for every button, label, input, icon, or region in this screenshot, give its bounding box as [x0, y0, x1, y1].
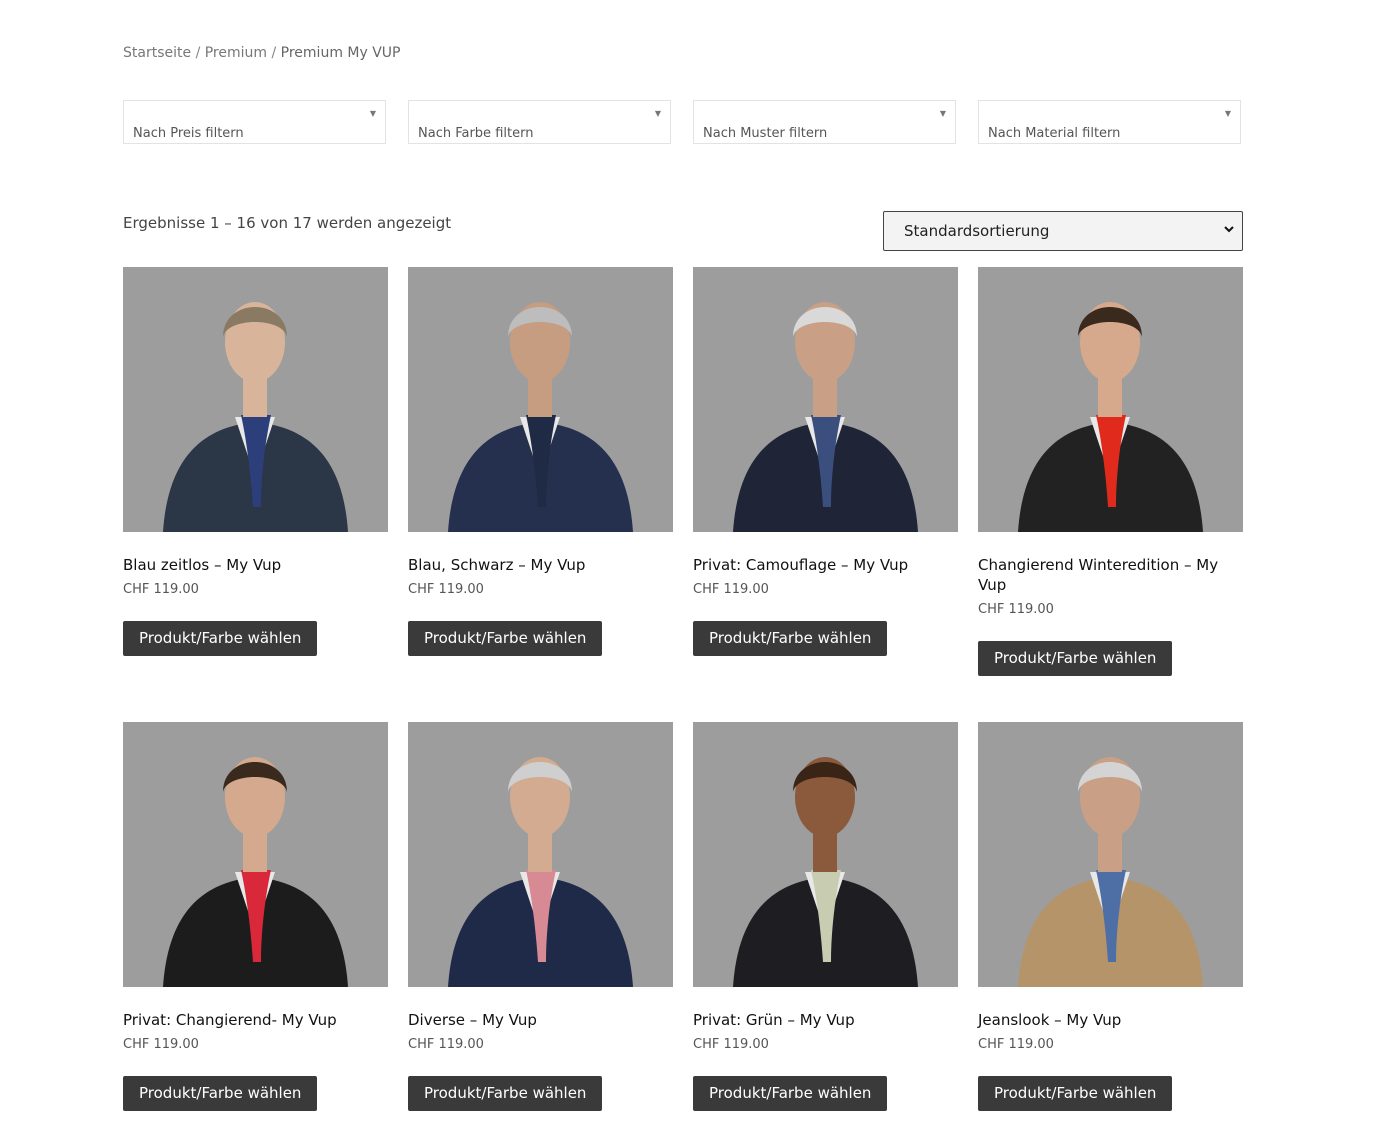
model-figure: [448, 302, 633, 532]
caret-down-icon: ▼: [369, 109, 376, 118]
choose-product-button[interactable]: Produkt/Farbe wählen: [408, 621, 603, 656]
product-image[interactable]: [978, 267, 1243, 532]
choose-product-button[interactable]: Produkt/Farbe wählen: [978, 1076, 1173, 1111]
product-image[interactable]: [693, 267, 958, 532]
filter-label: Nach Muster filtern: [703, 126, 828, 141]
product-card: Privat: Grün – My Vup CHF 119.00 Produkt…: [693, 722, 958, 1111]
color-filter-dropdown[interactable]: Nach Farbe filtern ▼: [408, 100, 671, 144]
filter-label: Nach Material filtern: [988, 126, 1121, 141]
product-image[interactable]: [123, 722, 388, 987]
choose-product-button[interactable]: Produkt/Farbe wählen: [693, 1076, 888, 1111]
product-image[interactable]: [123, 267, 388, 532]
breadcrumb: Startseite / Premium / Premium My VUP: [123, 45, 400, 61]
filter-label: Nach Farbe filtern: [418, 126, 534, 141]
product-card: Privat: Camouflage – My Vup CHF 119.00 P…: [693, 267, 958, 656]
breadcrumb-separator: /: [195, 45, 201, 61]
sort-selected-value: Standardsortierung: [904, 222, 1050, 240]
model-figure: [733, 757, 918, 987]
product-price: CHF 119.00: [408, 1037, 484, 1052]
choose-product-button[interactable]: Produkt/Farbe wählen: [408, 1076, 603, 1111]
product-image[interactable]: [693, 722, 958, 987]
product-title[interactable]: Blau zeitlos – My Vup: [123, 555, 388, 575]
product-image[interactable]: [408, 722, 673, 987]
material-filter-dropdown[interactable]: Nach Material filtern ▼: [978, 100, 1241, 144]
caret-down-icon: ▼: [939, 109, 946, 118]
breadcrumb-current: Premium My VUP: [280, 45, 401, 61]
pattern-filter-dropdown[interactable]: Nach Muster filtern ▼: [693, 100, 956, 144]
model-figure: [448, 757, 633, 987]
product-title[interactable]: Privat: Camouflage – My Vup: [693, 555, 958, 575]
product-price: CHF 119.00: [123, 1037, 199, 1052]
breadcrumb-home-link[interactable]: Startseite: [123, 45, 191, 61]
price-filter-dropdown[interactable]: Nach Preis filtern ▼: [123, 100, 386, 144]
choose-product-button[interactable]: Produkt/Farbe wählen: [978, 641, 1173, 676]
product-title[interactable]: Diverse – My Vup: [408, 1010, 673, 1030]
product-price: CHF 119.00: [693, 1037, 769, 1052]
product-title[interactable]: Changierend Winteredition – My Vup: [978, 555, 1243, 595]
chevron-down-icon: [1224, 226, 1234, 233]
product-price: CHF 119.00: [978, 1037, 1054, 1052]
model-figure: [163, 302, 348, 532]
product-title[interactable]: Blau, Schwarz – My Vup: [408, 555, 673, 575]
product-card: Privat: Changierend- My Vup CHF 119.00 P…: [123, 722, 388, 1111]
product-price: CHF 119.00: [693, 582, 769, 597]
product-image[interactable]: [978, 722, 1243, 987]
product-title[interactable]: Privat: Changierend- My Vup: [123, 1010, 388, 1030]
model-figure: [1018, 757, 1203, 987]
product-card: Jeanslook – My Vup CHF 119.00 Produkt/Fa…: [978, 722, 1243, 1111]
result-count: Ergebnisse 1 – 16 von 17 werden angezeig…: [123, 214, 452, 232]
product-card: Changierend Winteredition – My Vup CHF 1…: [978, 267, 1243, 676]
product-price: CHF 119.00: [978, 602, 1054, 617]
breadcrumb-separator: /: [271, 45, 277, 61]
product-image[interactable]: [408, 267, 673, 532]
product-price: CHF 119.00: [408, 582, 484, 597]
choose-product-button[interactable]: Produkt/Farbe wählen: [693, 621, 888, 656]
caret-down-icon: ▼: [654, 109, 661, 118]
product-title[interactable]: Privat: Grün – My Vup: [693, 1010, 958, 1030]
product-card: Blau zeitlos – My Vup CHF 119.00 Produkt…: [123, 267, 388, 656]
product-card: Blau, Schwarz – My Vup CHF 119.00 Produk…: [408, 267, 673, 656]
choose-product-button[interactable]: Produkt/Farbe wählen: [123, 621, 318, 656]
filter-label: Nach Preis filtern: [133, 126, 244, 141]
model-figure: [1018, 302, 1203, 532]
product-title[interactable]: Jeanslook – My Vup: [978, 1010, 1243, 1030]
caret-down-icon: ▼: [1224, 109, 1231, 118]
product-price: CHF 119.00: [123, 582, 199, 597]
sort-select[interactable]: Standardsortierung: [883, 211, 1243, 251]
choose-product-button[interactable]: Produkt/Farbe wählen: [123, 1076, 318, 1111]
breadcrumb-category-link[interactable]: Premium: [205, 45, 267, 61]
model-figure: [733, 302, 918, 532]
model-figure: [163, 757, 348, 987]
product-card: Diverse – My Vup CHF 119.00 Produkt/Farb…: [408, 722, 673, 1111]
